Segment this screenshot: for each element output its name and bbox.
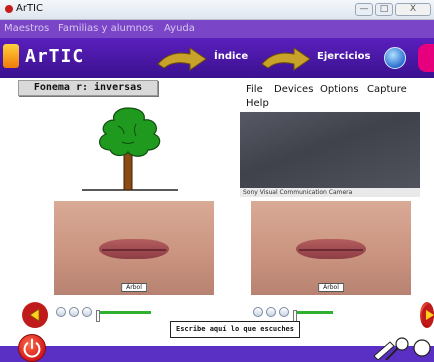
answer-input[interactable]: Escribe aquí lo que escuches	[170, 321, 300, 338]
stop-icon[interactable]	[279, 307, 289, 317]
next-arrow-icon[interactable]	[420, 302, 434, 328]
menu-item-familias[interactable]: Familias y alumnos	[58, 23, 153, 34]
index-arrow-icon[interactable]	[156, 46, 208, 72]
menu-bar: Maestros Familias y alumnos Ayuda	[0, 20, 434, 38]
left-playback-controls	[56, 307, 156, 322]
stop-icon[interactable]	[82, 307, 92, 317]
bottom-bar	[0, 346, 434, 362]
minimize-button[interactable]: —	[355, 3, 373, 16]
capture-menu-capture[interactable]: Capture	[367, 84, 407, 95]
app-name: ArTIC	[25, 46, 85, 67]
app-logo	[3, 44, 19, 68]
tools-icon[interactable]	[372, 334, 432, 360]
toolbar: ArTIC Índice Ejercicios	[0, 38, 434, 78]
back-arrow-icon[interactable]	[22, 302, 48, 328]
menu-item-maestros[interactable]: Maestros	[4, 23, 49, 34]
play-icon[interactable]	[253, 307, 263, 317]
left-video-caption: Árbol	[121, 283, 147, 292]
exercises-button[interactable]: Ejercicios	[317, 51, 371, 62]
close-button[interactable]: X	[395, 3, 431, 16]
app-icon	[5, 5, 13, 13]
right-video-caption: Árbol	[318, 283, 344, 292]
pause-icon[interactable]	[266, 307, 276, 317]
window-titlebar: ArTIC — □ X	[0, 0, 434, 20]
seek-bar[interactable]	[96, 310, 151, 322]
lip-line	[102, 248, 166, 251]
maximize-button[interactable]: □	[375, 3, 393, 16]
left-video[interactable]: Árbol	[54, 201, 214, 295]
phoneme-label: Fonema r: inversas	[18, 80, 158, 96]
index-button[interactable]: Índice	[214, 51, 248, 62]
capture-menu-options[interactable]: Options	[320, 84, 359, 95]
right-playback-controls	[253, 307, 353, 322]
seek-bar[interactable]	[293, 310, 333, 322]
capture-menu-file[interactable]: File	[246, 84, 263, 95]
camera-preview	[240, 112, 420, 188]
menu-item-ayuda[interactable]: Ayuda	[164, 23, 195, 34]
capture-menu-devices[interactable]: Devices	[274, 84, 313, 95]
lip-line	[299, 248, 363, 251]
right-video[interactable]: Árbol	[251, 201, 411, 295]
window-title: ArTIC	[16, 3, 43, 14]
seek-thumb[interactable]	[96, 310, 100, 322]
pause-icon[interactable]	[69, 307, 79, 317]
exercises-arrow-icon[interactable]	[260, 46, 312, 72]
capture-menu-bar: File Devices Options Capture Help	[240, 82, 407, 112]
camera-caption: Sony Visual Communication Camera	[240, 188, 420, 197]
capture-menu-help[interactable]: Help	[246, 98, 269, 109]
side-badge-icon[interactable]	[418, 44, 434, 72]
globe-icon[interactable]	[384, 47, 406, 69]
power-icon[interactable]	[18, 334, 46, 362]
play-icon[interactable]	[56, 307, 66, 317]
tree-picture	[82, 107, 178, 191]
